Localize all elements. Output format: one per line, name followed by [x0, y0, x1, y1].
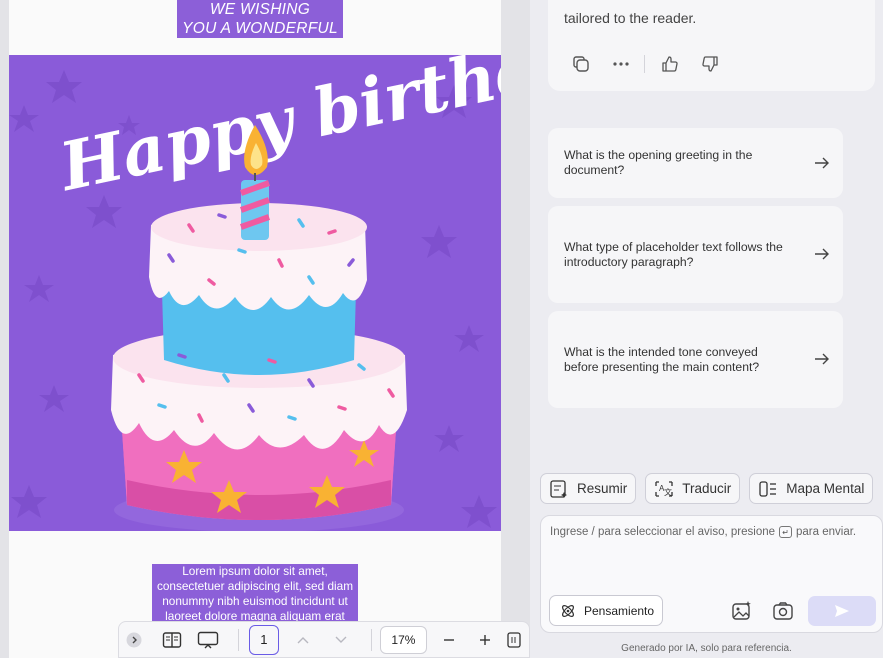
zoom-in-button[interactable] — [471, 626, 499, 654]
page-down-icon — [335, 636, 347, 643]
lorem-paragraph: Lorem ipsum dolor sit amet, consectetuer… — [152, 564, 358, 624]
zoom-level-field[interactable]: 17% — [379, 625, 427, 654]
happy-birthday-banner: Happy birthday — [52, 55, 501, 206]
thinking-label: Pensamiento — [584, 603, 655, 618]
arrow-right-icon — [815, 157, 829, 169]
document-viewer[interactable]: WE WISHING YOU A WONDERFUL Happy birthda… — [0, 0, 530, 658]
zoom-out-icon — [443, 638, 454, 641]
summarize-button[interactable]: Resumir — [540, 473, 637, 504]
thumbs-down-icon — [702, 56, 718, 72]
more-icon — [613, 62, 629, 66]
page-number-input[interactable]: 1 — [248, 624, 279, 655]
toolbar-divider — [237, 628, 239, 651]
answer-actions — [568, 53, 737, 75]
send-icon — [835, 605, 849, 617]
suggested-question-text: What type of placeholder text follows th… — [564, 240, 783, 269]
screenshot-icon[interactable] — [772, 600, 794, 622]
fit-page-icon — [507, 631, 521, 648]
prompt-input[interactable]: Ingrese / para seleccionar el aviso, pre… — [540, 515, 883, 633]
copy-icon — [573, 56, 589, 72]
like-button[interactable] — [657, 53, 683, 75]
thumbs-up-icon — [662, 56, 678, 72]
presentation-button[interactable] — [194, 626, 222, 654]
thinking-toggle-button[interactable]: Pensamiento — [549, 595, 663, 626]
toolbar-divider — [371, 628, 372, 651]
fit-page-button[interactable] — [507, 626, 521, 654]
dislike-button[interactable] — [697, 53, 723, 75]
more-options-button[interactable] — [608, 53, 634, 75]
copy-button[interactable] — [568, 53, 594, 75]
summary-icon — [550, 479, 567, 498]
suggested-question-text: What is the intended tone conveyed befor… — [564, 345, 760, 374]
reader-view-icon — [162, 631, 181, 648]
svg-text:文: 文 — [664, 487, 672, 497]
suggested-question[interactable]: What is the opening greeting in the docu… — [548, 128, 843, 198]
arrow-right-icon — [815, 248, 829, 260]
placeholder-text-end: para enviar. — [796, 526, 857, 538]
presentation-icon — [197, 631, 219, 648]
suggested-question[interactable]: What type of placeholder text follows th… — [548, 206, 843, 303]
suggested-question[interactable]: What is the intended tone conveyed befor… — [548, 311, 843, 408]
quick-action-chips: Resumir A文 Traducir Mapa Mental — [540, 473, 882, 504]
ai-disclaimer: Generado por IA, solo para referencia. — [621, 643, 792, 654]
ai-answer-card: tailored to the reader. — [548, 0, 875, 91]
prompt-placeholder: Ingrese / para seleccionar el aviso, pre… — [550, 526, 856, 538]
mind-map-label: Mapa Mental — [786, 481, 865, 496]
heading-line-2: YOU A WONDERFUL — [177, 19, 343, 38]
document-page: WE WISHING YOU A WONDERFUL Happy birthda… — [9, 0, 501, 658]
expand-toolbar-button[interactable] — [125, 626, 144, 654]
previous-page-button[interactable] — [289, 626, 317, 654]
summarize-label: Resumir — [577, 481, 628, 496]
ai-answer-text: tailored to the reader. — [564, 10, 697, 26]
suggested-question-text: What is the opening greeting in the docu… — [564, 148, 753, 177]
next-page-button[interactable] — [327, 626, 355, 654]
translate-label: Traducir — [682, 481, 732, 496]
arrow-right-icon — [815, 353, 829, 365]
placeholder-text-start: Ingrese / para seleccionar el aviso, pre… — [550, 526, 776, 538]
ai-assistant-panel: tailored to the reader. What is the open… — [530, 0, 883, 658]
mind-map-icon — [759, 480, 777, 497]
heading-line-1: WE WISHING — [177, 0, 343, 19]
chevron-right-icon — [126, 632, 142, 647]
translate-button[interactable]: A文 Traducir — [645, 473, 741, 504]
send-button[interactable] — [808, 596, 876, 626]
image-upload-icon[interactable] — [731, 600, 753, 622]
zoom-in-icon — [480, 634, 491, 645]
reader-view-button[interactable] — [158, 626, 186, 654]
zoom-out-button[interactable] — [435, 626, 463, 654]
viewer-toolbar: 1 17% — [118, 621, 530, 658]
atom-icon — [562, 604, 574, 617]
enter-key-icon: ↵ — [779, 526, 793, 538]
mind-map-button[interactable]: Mapa Mental — [749, 473, 874, 504]
actions-divider — [644, 55, 645, 73]
page-up-icon — [297, 636, 309, 643]
translate-icon: A文 — [655, 480, 673, 497]
birthday-image: Happy birthday — [9, 55, 501, 531]
